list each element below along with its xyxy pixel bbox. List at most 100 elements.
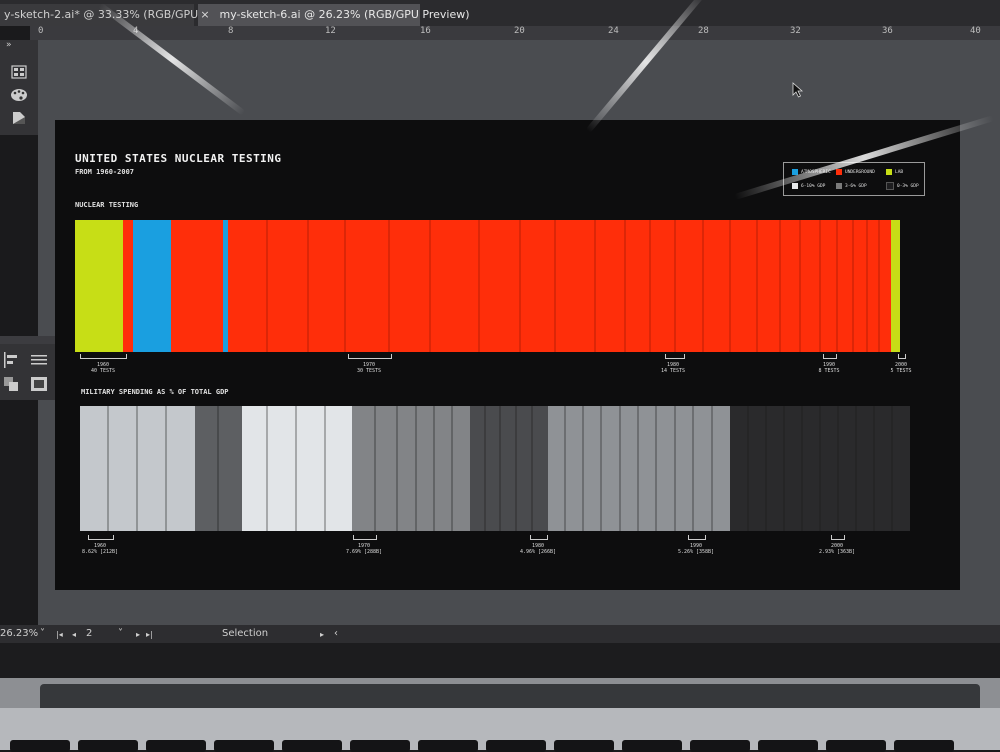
last-artboard-icon[interactable]: ▸| <box>146 630 153 639</box>
pathfinder-icon[interactable] <box>0 374 22 394</box>
artboard-number[interactable]: 2 <box>86 628 92 639</box>
annotation-value: 2.93% [363B] <box>818 549 856 555</box>
bracket <box>353 535 377 540</box>
test-annotation: 1980 14 TESTS <box>653 362 693 374</box>
legend-swatch <box>886 182 894 190</box>
test-annotation: 1960 40 TESTS <box>83 362 123 374</box>
test-annotation: 1970 30 TESTS <box>349 362 389 374</box>
prev-artboard-icon[interactable]: ◂ <box>72 630 76 639</box>
zoom-level[interactable]: 26.23% <box>0 628 38 639</box>
transparency-icon[interactable] <box>28 374 50 394</box>
ruler-label: 24 <box>608 26 619 36</box>
ruler-label: 0 <box>38 26 44 36</box>
keyboard-key <box>826 740 886 752</box>
annotation-value: 30 TESTS <box>356 368 382 374</box>
annotation-value: 5 TESTS <box>890 368 912 374</box>
keyboard-key <box>214 740 274 752</box>
keyboard-key <box>146 740 206 752</box>
section-title-military-spending: MILITARY SPENDING AS % OF TOTAL GDP <box>81 388 229 396</box>
ruler-label: 36 <box>882 26 893 36</box>
gdp-annotation: 2000 2.93% [363B] <box>812 543 862 555</box>
legend-label: 6-10% GDP <box>801 183 826 189</box>
bar-gdp-mid <box>548 406 730 531</box>
tab-sketch-2[interactable]: y-sketch-2.ai* @ 33.33% (RGB/GPU Preview… <box>0 4 249 26</box>
annotation-value: 5.26% [358B] <box>677 549 715 555</box>
document-tab-bar: y-sketch-2.ai* @ 33.33% (RGB/GPU Preview… <box>0 0 1000 26</box>
current-tool-label[interactable]: Selection <box>222 628 268 639</box>
keyboard-key <box>418 740 478 752</box>
bracket <box>831 535 845 540</box>
keyboard-key <box>690 740 750 752</box>
hinge-cutout <box>40 684 980 708</box>
palette-icon[interactable] <box>8 85 30 105</box>
legend-swatch <box>886 169 892 175</box>
annotation-value: 8.62% [212B] <box>81 549 119 555</box>
page-subtitle: FROM 1960-2007 <box>75 168 135 176</box>
legend-swatch <box>836 169 842 175</box>
tab-sketch-6-label: my-sketch-6.ai @ 26.23% (RGB/GPU Preview… <box>219 8 470 21</box>
legend: ATMOSPHERIC UNDERGROUND LAB 6-10% GDP 3-… <box>783 162 925 196</box>
gdp-annotation: 1970 7.69% [288B] <box>339 543 389 555</box>
bar-gdp-mid <box>470 406 548 531</box>
bar-atmospheric <box>133 220 171 352</box>
play-icon[interactable]: ▸ <box>320 630 324 639</box>
tab-close-icon[interactable]: × <box>198 4 212 26</box>
keyboard-key <box>486 740 546 752</box>
gdp-bars <box>80 406 910 531</box>
horizontal-ruler: 0 4 8 12 16 20 24 28 32 36 40 <box>30 26 1000 41</box>
keyboard-key <box>10 740 70 752</box>
section-title-nuclear-testing: NUCLEAR TESTING <box>75 201 139 209</box>
ruler-label: 16 <box>420 26 431 36</box>
keyboard-key <box>78 740 138 752</box>
mouse-cursor-icon <box>792 82 804 98</box>
ruler-label: 40 <box>970 26 981 36</box>
legend-item: 6-10% GDP <box>792 182 825 190</box>
legend-item: LAB <box>886 168 903 176</box>
bracket <box>348 354 392 359</box>
left-panel-dock-2 <box>0 336 55 400</box>
annotation-value: 8 TESTS <box>818 368 840 374</box>
menu-icon[interactable] <box>28 350 50 370</box>
legend-item: 0-3% GDP <box>886 182 919 190</box>
legend-label: LAB <box>895 169 904 175</box>
legend-label: UNDERGROUND <box>845 169 875 175</box>
bar-underground <box>171 220 223 352</box>
panel-header <box>0 336 55 344</box>
zoom-dropdown-icon[interactable]: ˅ <box>40 628 45 639</box>
status-bar: 26.23% ˅ |◂ ◂ 2 ˅ ▸ ▸| Selection ▸ ‹ <box>0 625 1000 643</box>
bracket <box>688 535 706 540</box>
test-annotation: 2000 5 TESTS <box>881 362 921 374</box>
swatches-icon[interactable] <box>8 62 30 82</box>
artboard[interactable]: UNITED STATES NUCLEAR TESTING FROM 1960-… <box>55 120 960 590</box>
legend-item: UNDERGROUND <box>836 168 875 176</box>
ruler-label: 8 <box>228 26 234 36</box>
ruler-label: 32 <box>790 26 801 36</box>
legend-label: 0-3% GDP <box>897 183 919 189</box>
bracket <box>898 354 906 359</box>
tab-sketch-6[interactable]: × my-sketch-6.ai @ 26.23% (RGB/GPU Previ… <box>198 4 470 26</box>
align-icon[interactable] <box>0 350 22 370</box>
bracket <box>530 535 548 540</box>
next-artboard-icon[interactable]: ▸ <box>136 630 140 639</box>
keyboard-key <box>894 740 954 752</box>
gdp-annotation: 1990 5.26% [358B] <box>671 543 721 555</box>
annotation-value: 40 TESTS <box>90 368 116 374</box>
scroll-left-icon[interactable]: ‹ <box>334 628 338 639</box>
bar-lab <box>891 220 900 352</box>
keyboard-key <box>282 740 342 752</box>
first-artboard-icon[interactable]: |◂ <box>56 630 63 639</box>
ruler-label: 20 <box>514 26 525 36</box>
bar-underground <box>228 220 891 352</box>
bracket <box>823 354 837 359</box>
legend-item: 3-6% GDP <box>836 182 867 190</box>
bracket <box>80 354 127 359</box>
opacity-icon[interactable] <box>8 108 30 128</box>
legend-label: 3-6% GDP <box>845 183 867 189</box>
test-annotation: 1990 8 TESTS <box>809 362 849 374</box>
artboard-dropdown-icon[interactable]: ˅ <box>118 628 123 639</box>
panel-collapse-icon[interactable]: » <box>6 40 12 50</box>
keyboard-key <box>622 740 682 752</box>
keyboard-key <box>554 740 614 752</box>
nuclear-test-bars <box>75 220 900 352</box>
bracket <box>665 354 685 359</box>
